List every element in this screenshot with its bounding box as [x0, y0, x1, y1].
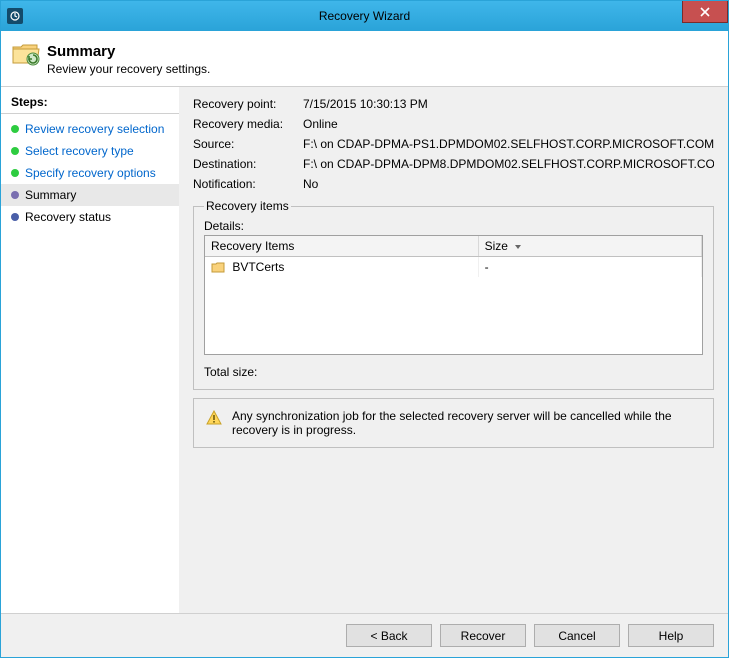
- step-label[interactable]: Specify recovery options: [25, 166, 156, 180]
- column-header-size-label: Size: [485, 239, 508, 253]
- wizard-button-row: < Back Recover Cancel Help: [1, 613, 728, 657]
- close-button[interactable]: [682, 1, 728, 23]
- step-specify-recovery-options[interactable]: Specify recovery options: [1, 162, 179, 184]
- step-review-recovery-selection[interactable]: Review recovery selection: [1, 118, 179, 140]
- column-header-name[interactable]: Recovery Items: [205, 236, 478, 257]
- content-filler: [193, 448, 714, 603]
- wizard-header: Summary Review your recovery settings.: [1, 31, 728, 86]
- step-label: Summary: [25, 188, 76, 202]
- column-header-name-label: Recovery Items: [211, 239, 294, 253]
- help-button[interactable]: Help: [628, 624, 714, 647]
- close-icon: [700, 7, 710, 17]
- window-title: Recovery Wizard: [1, 9, 728, 23]
- table-row[interactable]: BVTCerts -: [205, 257, 702, 278]
- step-bullet-icon: [11, 125, 19, 133]
- page-subtitle: Review your recovery settings.: [47, 62, 710, 76]
- notification-value: No: [303, 177, 714, 191]
- recovery-wizard-window: Recovery Wizard Summary Review your reco…: [0, 0, 729, 658]
- warning-icon: [206, 410, 222, 429]
- warning-text: Any synchronization job for the selected…: [232, 409, 701, 437]
- recovery-items-group: Recovery items Details: Recovery Items S…: [193, 199, 714, 390]
- step-summary: Summary: [1, 184, 179, 206]
- step-bullet-icon: [11, 147, 19, 155]
- step-recovery-status: Recovery status: [1, 206, 179, 228]
- destination-value: F:\ on CDAP-DPMA-DPM8.DPMDOM02.SELFHOST.…: [303, 157, 714, 171]
- summary-grid: Recovery point: 7/15/2015 10:30:13 PM Re…: [193, 97, 714, 191]
- step-label[interactable]: Select recovery type: [25, 144, 134, 158]
- step-bullet-icon: [11, 169, 19, 177]
- folder-icon: [211, 261, 225, 273]
- app-icon: [7, 8, 23, 24]
- page-title: Summary: [47, 43, 710, 60]
- recovery-items-table[interactable]: Recovery Items Size: [204, 235, 703, 355]
- wizard-content: Recovery point: 7/15/2015 10:30:13 PM Re…: [179, 87, 728, 613]
- source-label: Source:: [193, 137, 303, 151]
- total-size: Total size:: [204, 365, 703, 379]
- recovery-point-value: 7/15/2015 10:30:13 PM: [303, 97, 714, 111]
- cancel-button[interactable]: Cancel: [534, 624, 620, 647]
- titlebar: Recovery Wizard: [1, 1, 728, 31]
- recovery-media-value: Online: [303, 117, 714, 131]
- sort-icon: [515, 245, 521, 249]
- steps-header: Steps:: [1, 93, 179, 114]
- warning-box: Any synchronization job for the selected…: [193, 398, 714, 448]
- row-name: BVTCerts: [232, 260, 284, 274]
- step-bullet-icon: [11, 213, 19, 221]
- total-size-label: Total size:: [204, 365, 257, 379]
- recover-button[interactable]: Recover: [440, 624, 526, 647]
- folder-recovery-icon: [11, 41, 41, 70]
- recovery-items-legend: Recovery items: [204, 199, 291, 213]
- column-header-size[interactable]: Size: [478, 236, 701, 257]
- row-size: -: [478, 257, 701, 278]
- step-bullet-icon: [11, 191, 19, 199]
- recovery-media-label: Recovery media:: [193, 117, 303, 131]
- notification-label: Notification:: [193, 177, 303, 191]
- back-button[interactable]: < Back: [346, 624, 432, 647]
- source-value: F:\ on CDAP-DPMA-PS1.DPMDOM02.SELFHOST.C…: [303, 137, 714, 151]
- details-label: Details:: [204, 219, 703, 233]
- step-label: Recovery status: [25, 210, 111, 224]
- step-select-recovery-type[interactable]: Select recovery type: [1, 140, 179, 162]
- destination-label: Destination:: [193, 157, 303, 171]
- wizard-sidebar: Steps: Review recovery selection Select …: [1, 87, 179, 613]
- recovery-point-label: Recovery point:: [193, 97, 303, 111]
- wizard-body: Steps: Review recovery selection Select …: [1, 86, 728, 613]
- step-label[interactable]: Review recovery selection: [25, 122, 164, 136]
